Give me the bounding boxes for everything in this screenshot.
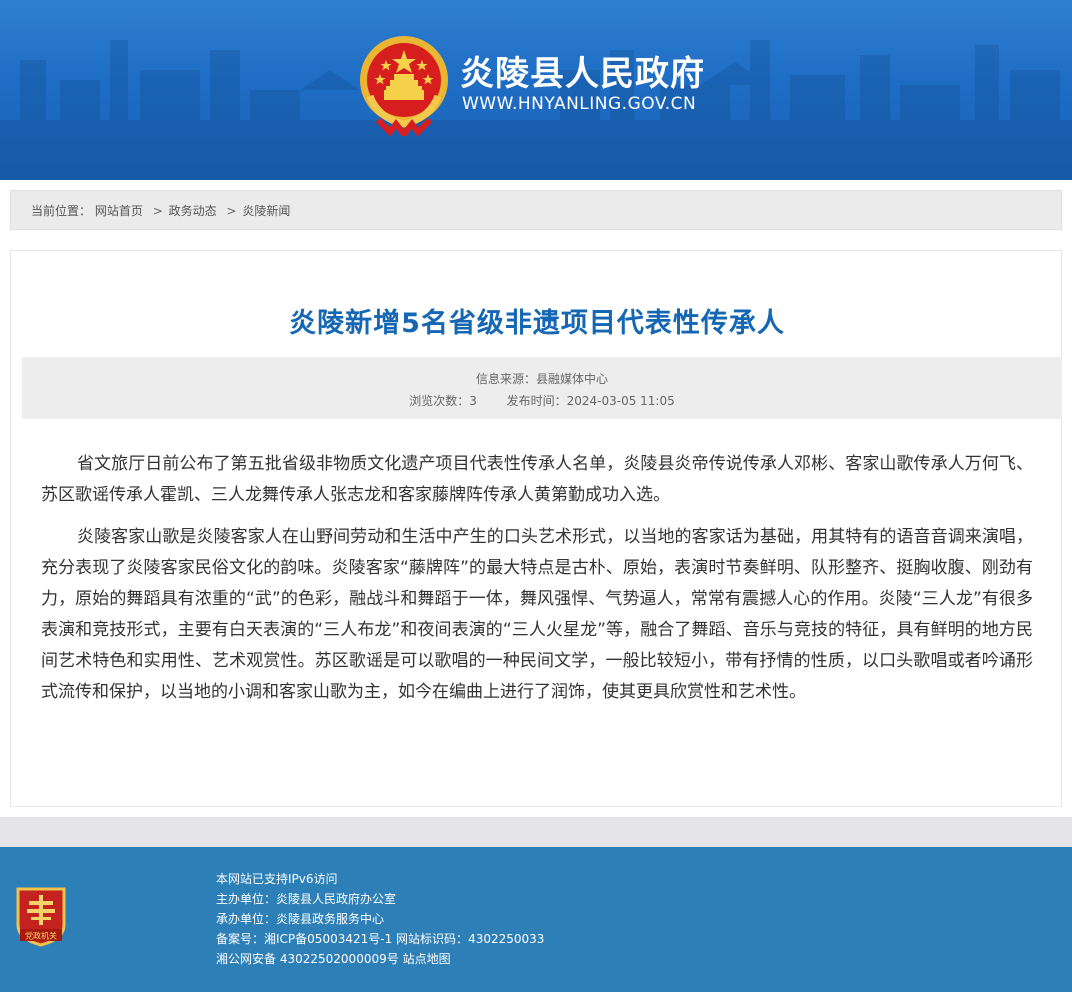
- icp-label: 备案号：: [216, 932, 265, 946]
- article-stats: 浏览次数：3 发布时间：2024-03-05 11:05: [22, 392, 1062, 409]
- article-paragraph: 炎陵客家山歌是炎陵客家人在山野间劳动和生活中产生的口头艺术形式，以当地的客家话为…: [41, 527, 1033, 702]
- breadcrumb-item-home[interactable]: 网站首页: [95, 204, 143, 218]
- article-body: 省文旅厅日前公布了第五批省级非物质文化遗产项目代表性传承人名单，炎陵县炎帝传说传…: [41, 449, 1033, 719]
- footer-info: 本网站已支持IPv6访问 主办单位：炎陵县人民政府办公室 承办单位：炎陵县政务服…: [216, 869, 544, 969]
- host-line: 主办单位：炎陵县人民政府办公室: [216, 889, 544, 909]
- breadcrumb-prefix: 当前位置：: [31, 204, 92, 218]
- host-label: 主办单位：: [216, 892, 277, 906]
- site-url: WWW.HNYANLING.GOV.CN: [462, 94, 697, 114]
- site-id-label: 网站标识码：: [396, 932, 469, 946]
- views-count: 3: [469, 394, 477, 408]
- organizer-value: 炎陵县政务服务中心: [276, 912, 385, 926]
- breadcrumb-item-government-news[interactable]: 政务动态: [169, 204, 217, 218]
- breadcrumb-separator: >: [152, 204, 163, 218]
- article-title: 炎陵新增5名省级非遗项目代表性传承人: [289, 308, 785, 339]
- host-value: 炎陵县人民政府办公室: [276, 892, 397, 906]
- divider-strip: [0, 817, 1072, 847]
- organizer-label: 承办单位：: [216, 912, 277, 926]
- article-meta: 信息来源：县融媒体中心 浏览次数：3 发布时间：2024-03-05 11:05: [22, 357, 1062, 419]
- article-source: 信息来源：县融媒体中心: [22, 370, 1062, 387]
- police-line: 湘公网安备 43022502000009号 站点地图: [216, 949, 544, 969]
- site-id-value: 4302250033: [468, 932, 545, 946]
- organizer-line: 承办单位：炎陵县政务服务中心: [216, 909, 544, 929]
- source-value: 县融媒体中心: [536, 372, 609, 386]
- publish-date: 2024-03-05 11:05: [566, 394, 675, 408]
- badge-label: 党政机关: [25, 931, 57, 941]
- breadcrumb-separator: >: [226, 204, 237, 218]
- site-header: 炎陵县人民政府 WWW.HNYANLING.GOV.CN: [0, 0, 1072, 180]
- icp-link[interactable]: 湘ICP备05003421号-1: [264, 932, 392, 946]
- date-label: 发布时间：: [506, 394, 567, 408]
- party-government-badge-icon[interactable]: 党政机关: [14, 885, 68, 947]
- breadcrumb: 当前位置： 网站首页 > 政务动态 > 炎陵新闻: [10, 190, 1062, 230]
- breadcrumb-item-local-news[interactable]: 炎陵新闻: [242, 204, 290, 218]
- article-container: 炎陵新增5名省级非遗项目代表性传承人 信息来源：县融媒体中心 浏览次数：3 发布…: [10, 250, 1062, 807]
- article-paragraph: 省文旅厅日前公布了第五批省级非物质文化遗产项目代表性传承人名单，炎陵县炎帝传说传…: [41, 454, 1033, 505]
- views-label: 浏览次数：: [409, 394, 470, 408]
- icp-line: 备案号：湘ICP备05003421号-1 网站标识码：4302250033: [216, 929, 544, 949]
- police-record-link[interactable]: 43022502000009号: [280, 952, 399, 966]
- ipv6-notice: 本网站已支持IPv6访问: [216, 872, 338, 886]
- sitemap-link[interactable]: 站点地图: [403, 952, 451, 966]
- site-brand[interactable]: 炎陵县人民政府 WWW.HNYANLING.GOV.CN: [356, 34, 756, 144]
- site-footer: 党政机关 本网站已支持IPv6访问 主办单位：炎陵县人民政府办公室 承办单位：炎…: [0, 847, 1072, 992]
- site-title: 炎陵县人民政府: [460, 54, 705, 94]
- national-emblem-icon: [360, 36, 448, 136]
- police-label: 湘公网安备: [216, 952, 277, 966]
- source-label: 信息来源：: [475, 372, 536, 386]
